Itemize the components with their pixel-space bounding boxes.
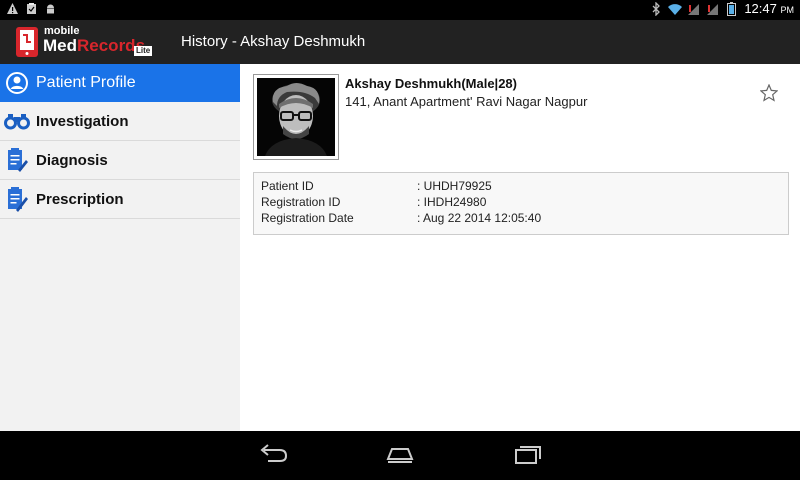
action-bar: mobile MedRecords Lite History - Akshay … <box>0 20 800 64</box>
detail-label: Patient ID <box>261 179 314 193</box>
signal-1-icon <box>687 2 700 16</box>
patient-address: 141, Anant Apartment' Ravi Nagar Nagpur <box>345 94 588 109</box>
detail-label: Registration Date <box>261 211 354 225</box>
bluetooth-icon <box>649 0 662 17</box>
clipboard-icon <box>25 2 38 16</box>
sidebar-item-label: Investigation <box>36 112 129 130</box>
sidebar-item-investigation[interactable]: Investigation <box>0 102 240 141</box>
status-bar: 12:47 PM <box>0 0 800 20</box>
patient-name: Akshay Deshmukh(Male|28) <box>345 76 517 91</box>
sidebar-item-label: Diagnosis <box>36 151 108 169</box>
detail-value: : IHDH24980 <box>417 195 487 209</box>
patient-photo[interactable] <box>257 78 335 156</box>
sidebar-item-patient-profile[interactable]: Patient Profile <box>0 64 250 102</box>
page-title: History - Akshay Deshmukh <box>181 33 366 50</box>
detail-label: Registration ID <box>261 195 341 209</box>
android-icon <box>44 2 57 16</box>
prescription-pen-icon <box>4 186 30 212</box>
battery-icon <box>725 1 738 16</box>
clipboard-pen-icon <box>4 147 30 173</box>
star-icon[interactable] <box>759 83 779 102</box>
sidebar-item-label: Patient Profile <box>36 74 136 91</box>
signal-2-icon <box>706 2 719 16</box>
detail-value: : Aug 22 2014 12:05:40 <box>417 211 542 225</box>
sidebar-item-label: Prescription <box>36 190 124 208</box>
sidebar-item-diagnosis[interactable]: Diagnosis <box>0 141 240 180</box>
logo-med: Med <box>43 36 77 55</box>
warning-icon <box>6 2 19 16</box>
home-icon[interactable] <box>384 441 416 465</box>
logo-lite-badge: Lite <box>134 46 153 56</box>
back-icon[interactable] <box>258 441 290 465</box>
user-circle-icon <box>4 70 30 96</box>
patient-details-box: Patient ID : UHDH79925 Registration ID :… <box>253 172 789 235</box>
system-navigation-bar <box>0 431 800 480</box>
sidebar: Patient Profile Investigation Diagnosis … <box>0 64 250 431</box>
recents-icon[interactable] <box>512 441 544 465</box>
binoculars-icon <box>4 108 30 134</box>
clock: 12:47 PM <box>744 1 794 16</box>
wifi-icon <box>668 2 683 16</box>
patient-profile-panel: Akshay Deshmukh(Male|28) 141, Anant Apar… <box>240 64 800 431</box>
patient-photo-frame <box>253 74 339 160</box>
sidebar-item-prescription[interactable]: Prescription <box>0 180 240 219</box>
detail-value: : UHDH79925 <box>417 179 492 193</box>
app-logo[interactable]: mobile MedRecords Lite <box>16 25 161 58</box>
